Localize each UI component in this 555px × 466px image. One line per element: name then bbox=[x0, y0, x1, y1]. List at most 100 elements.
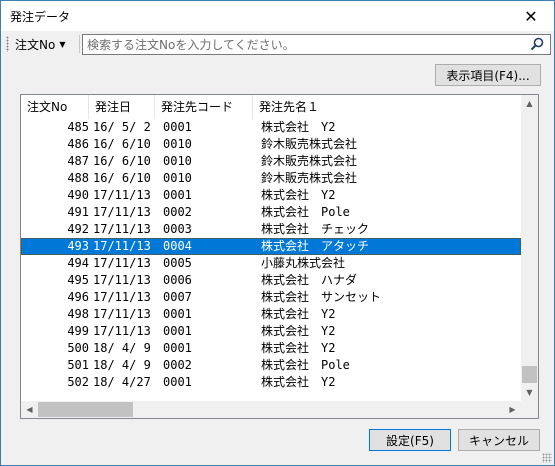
order-no-cell: 500 bbox=[67, 341, 89, 355]
table-row[interactable]: 492 17/11/13 0003 株式会社 チェック bbox=[21, 221, 521, 238]
supplier-name-cell: 株式会社 Y2 bbox=[261, 375, 336, 389]
column-header-order-date[interactable]: 発注日 bbox=[89, 95, 155, 119]
title-bar: 発注データ ✕ bbox=[1, 1, 554, 31]
order-no-cell: 502 bbox=[67, 375, 89, 389]
supplier-name-cell: 株式会社 アタッチ bbox=[261, 239, 370, 253]
order-date-cell: 16/ 6/10 bbox=[93, 154, 151, 168]
cancel-button[interactable]: キャンセル bbox=[458, 429, 540, 451]
table-row[interactable]: 502 18/ 4/27 0001 株式会社 Y2 bbox=[21, 374, 521, 391]
order-date-cell: 16/ 5/ 2 bbox=[93, 120, 151, 134]
supplier-name-cell: 鈴木販売株式会社 bbox=[261, 171, 358, 185]
table-row[interactable]: 493 17/11/13 0004 株式会社 アタッチ bbox=[21, 238, 521, 255]
scroll-up-icon[interactable]: ▲ bbox=[521, 95, 538, 112]
order-date-cell: 17/11/13 bbox=[93, 307, 151, 321]
toolbar-separator bbox=[79, 35, 80, 53]
order-no-cell: 490 bbox=[67, 188, 89, 202]
table-row[interactable]: 496 17/11/13 0007 株式会社 サンセット bbox=[21, 289, 521, 306]
order-date-cell: 17/11/13 bbox=[93, 222, 151, 236]
horizontal-scroll-thumb[interactable] bbox=[38, 402, 133, 417]
order-no-cell: 491 bbox=[67, 205, 89, 219]
horizontal-scrollbar[interactable]: ◀ ▶ bbox=[21, 401, 521, 418]
scroll-corner bbox=[521, 401, 538, 418]
window-title: 発注データ bbox=[10, 10, 71, 24]
search-field-label: 注文No bbox=[15, 37, 56, 52]
supplier-name-cell: 株式会社 Pole bbox=[261, 205, 350, 219]
column-header-order-no[interactable]: 注文No bbox=[21, 95, 89, 119]
order-no-cell: 487 bbox=[67, 154, 89, 168]
supplier-code-cell: 0001 bbox=[163, 188, 192, 202]
table-row[interactable]: 487 16/ 6/10 0010 鈴木販売株式会社 bbox=[21, 153, 521, 170]
search-input[interactable] bbox=[82, 34, 551, 55]
order-date-cell: 17/11/13 bbox=[93, 324, 151, 338]
supplier-name-cell: 株式会社 ハナダ bbox=[261, 273, 358, 287]
chevron-down-icon: ▼ bbox=[59, 39, 66, 49]
display-columns-button[interactable]: 表示項目(F4)... bbox=[435, 64, 541, 86]
order-date-cell: 16/ 6/10 bbox=[93, 171, 151, 185]
order-date-cell: 16/ 6/10 bbox=[93, 137, 151, 151]
order-date-cell: 18/ 4/27 bbox=[93, 375, 151, 389]
order-date-cell: 18/ 4/ 9 bbox=[93, 341, 151, 355]
order-date-cell: 17/11/13 bbox=[93, 205, 151, 219]
settings-button[interactable]: 設定(F5) bbox=[369, 429, 451, 451]
supplier-name-cell: 鈴木販売株式会社 bbox=[261, 137, 358, 151]
table-row[interactable]: 499 17/11/13 0001 株式会社 Y2 bbox=[21, 323, 521, 340]
supplier-code-cell: 0002 bbox=[163, 205, 192, 219]
supplier-name-cell: 株式会社 Pole bbox=[261, 358, 350, 372]
column-header-supplier-name[interactable]: 発注先名１ bbox=[253, 95, 521, 119]
supplier-name-cell: 株式会社 サンセット bbox=[261, 290, 382, 304]
scroll-right-icon[interactable]: ▶ bbox=[504, 401, 521, 418]
table-row[interactable]: 486 16/ 6/10 0010 鈴木販売株式会社 bbox=[21, 136, 521, 153]
order-no-cell: 494 bbox=[67, 256, 89, 270]
vertical-scroll-thumb[interactable] bbox=[522, 366, 537, 383]
table-row[interactable]: 495 17/11/13 0006 株式会社 ハナダ bbox=[21, 272, 521, 289]
order-list[interactable]: 注文No 発注日 発注先コード 発注先名１ 485 16/ 5/ 2 0001 株式会… bbox=[20, 94, 539, 419]
order-no-cell: 495 bbox=[67, 273, 89, 287]
table-row[interactable]: 500 18/ 4/ 9 0001 株式会社 Y2 bbox=[21, 340, 521, 357]
toolbar-grip-icon[interactable] bbox=[6, 36, 9, 52]
column-header-supplier-code[interactable]: 発注先コード bbox=[155, 95, 253, 119]
order-date-cell: 17/11/13 bbox=[93, 290, 151, 304]
supplier-code-cell: 0001 bbox=[163, 375, 192, 389]
order-no-cell: 499 bbox=[67, 324, 89, 338]
table-row[interactable]: 485 16/ 5/ 2 0001 株式会社 Y2 bbox=[21, 119, 521, 136]
supplier-code-cell: 0006 bbox=[163, 273, 192, 287]
supplier-code-cell: 0004 bbox=[163, 239, 192, 253]
order-date-cell: 17/11/13 bbox=[93, 273, 151, 287]
supplier-code-cell: 0010 bbox=[163, 171, 192, 185]
order-date-cell: 17/11/13 bbox=[93, 256, 151, 270]
order-date-cell: 17/11/13 bbox=[93, 239, 151, 253]
order-date-cell: 17/11/13 bbox=[93, 188, 151, 202]
vertical-scrollbar[interactable]: ▲ ▼ bbox=[521, 95, 538, 401]
table-row[interactable]: 494 17/11/13 0005 小藤丸株式会社 bbox=[21, 255, 521, 272]
order-no-cell: 496 bbox=[67, 290, 89, 304]
table-row[interactable]: 490 17/11/13 0001 株式会社 Y2 bbox=[21, 187, 521, 204]
scroll-left-icon[interactable]: ◀ bbox=[21, 401, 38, 418]
search-field-dropdown[interactable]: 注文No ▼ bbox=[15, 36, 65, 52]
list-header: 注文No 発注日 発注先コード 発注先名１ bbox=[21, 95, 521, 119]
order-no-cell: 485 bbox=[67, 120, 89, 134]
supplier-code-cell: 0001 bbox=[163, 307, 192, 321]
order-no-cell: 493 bbox=[67, 239, 89, 253]
order-no-cell: 488 bbox=[67, 171, 89, 185]
close-icon[interactable]: ✕ bbox=[508, 1, 554, 31]
order-no-cell: 501 bbox=[67, 358, 89, 372]
supplier-name-cell: 株式会社 Y2 bbox=[261, 341, 336, 355]
search-icon[interactable] bbox=[530, 37, 544, 51]
table-row[interactable]: 501 18/ 4/ 9 0002 株式会社 Pole bbox=[21, 357, 521, 374]
supplier-code-cell: 0002 bbox=[163, 358, 192, 372]
supplier-code-cell: 0003 bbox=[163, 222, 192, 236]
supplier-code-cell: 0010 bbox=[163, 154, 192, 168]
supplier-code-cell: 0001 bbox=[163, 324, 192, 338]
search-toolbar: 注文No ▼ bbox=[4, 32, 553, 56]
order-date-cell: 18/ 4/ 9 bbox=[93, 358, 151, 372]
table-row[interactable]: 498 17/11/13 0001 株式会社 Y2 bbox=[21, 306, 521, 323]
order-no-cell: 492 bbox=[67, 222, 89, 236]
supplier-code-cell: 0005 bbox=[163, 256, 192, 270]
resize-grip-icon[interactable] bbox=[542, 453, 552, 463]
supplier-name-cell: 鈴木販売株式会社 bbox=[261, 154, 358, 168]
table-row[interactable]: 491 17/11/13 0002 株式会社 Pole bbox=[21, 204, 521, 221]
supplier-code-cell: 0007 bbox=[163, 290, 192, 304]
scroll-down-icon[interactable]: ▼ bbox=[521, 384, 538, 401]
table-row[interactable]: 488 16/ 6/10 0010 鈴木販売株式会社 bbox=[21, 170, 521, 187]
supplier-code-cell: 0001 bbox=[163, 341, 192, 355]
